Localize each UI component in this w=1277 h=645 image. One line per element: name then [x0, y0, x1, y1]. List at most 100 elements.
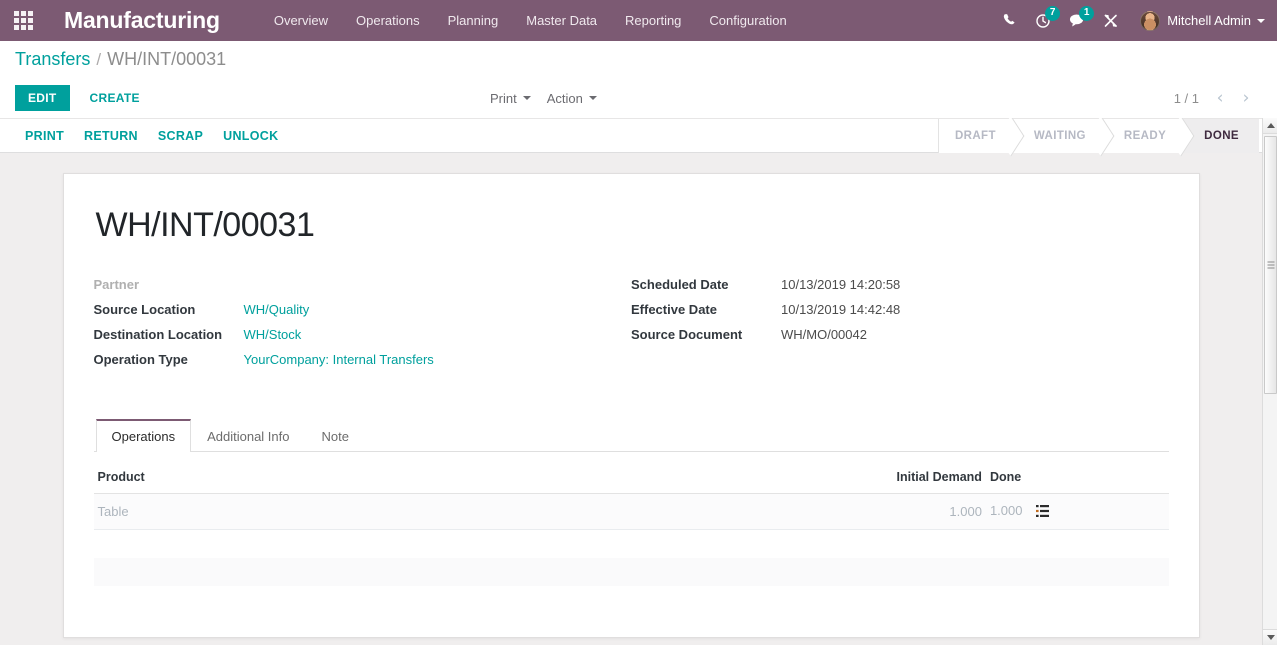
tab-operations[interactable]: Operations	[95, 419, 192, 452]
notebook-tabs: Operations Additional Info Note	[93, 419, 1169, 452]
control-panel-dropdowns: Print Action	[490, 91, 597, 106]
action-dropdown[interactable]: Action	[547, 91, 597, 106]
form-view-container: PRINT RETURN SCRAP UNLOCK DRAFT WAITING …	[0, 118, 1277, 645]
field-row-source-location: Source Location WH/Quality	[94, 302, 632, 327]
edit-button[interactable]: EDIT	[15, 85, 70, 111]
chevron-down-icon	[588, 96, 597, 100]
menu-item-overview[interactable]: Overview	[260, 0, 342, 41]
print-dropdown-label: Print	[490, 90, 517, 106]
tab-additional-info[interactable]: Additional Info	[191, 419, 305, 452]
avatar	[1140, 10, 1161, 31]
messages-chat-icon[interactable]: 1	[1060, 0, 1095, 41]
field-label-effective-date: Effective Date	[631, 302, 717, 317]
status-pipeline: DRAFT WAITING READY DONE	[937, 119, 1259, 153]
menu-item-master-data[interactable]: Master Data	[512, 0, 611, 41]
field-label-source-document: Source Document	[631, 327, 743, 342]
field-label-source-location: Source Location	[93, 302, 196, 317]
return-action-button[interactable]: RETURN	[74, 124, 148, 148]
column-header-product: Product	[93, 462, 784, 494]
messages-count-badge: 1	[1079, 6, 1095, 21]
pager-count-label: 1 / 1	[1173, 90, 1199, 106]
create-button[interactable]: CREATE	[78, 85, 152, 111]
field-row-source-document: Source Document WH/MO/00042	[631, 327, 1169, 352]
table-spacer-row	[93, 529, 1169, 558]
cell-done: 1.000	[985, 493, 1169, 530]
status-stage-waiting[interactable]: WAITING	[1011, 119, 1102, 153]
field-label-scheduled-date: Scheduled Date	[631, 277, 729, 292]
user-name-label: Mitchell Admin	[1167, 13, 1251, 28]
operations-table-header: Product Initial Demand Done	[93, 462, 1169, 494]
record-sheet: WH/INT/00031 Partner Source Location WH/…	[62, 173, 1200, 638]
breadcrumb-separator: /	[96, 49, 102, 69]
chevron-down-icon	[522, 96, 531, 100]
field-value-effective-date: 10/13/2019 14:42:48	[781, 302, 901, 317]
status-stage-draft[interactable]: DRAFT	[938, 119, 1012, 153]
field-label-operation-type: Operation Type	[93, 352, 188, 367]
cell-initial-demand: 1.000	[783, 493, 986, 530]
cell-done-value: 1.000	[989, 503, 1023, 518]
odoo-application-window: Manufacturing Overview Operations Planni…	[0, 0, 1277, 645]
debug-tools-icon[interactable]	[1094, 0, 1128, 41]
field-group-left: Partner Source Location WH/Quality Desti…	[94, 277, 632, 377]
navbar-systray: 7 1 Mitchell Admin	[992, 0, 1277, 41]
top-navbar: Manufacturing Overview Operations Planni…	[0, 0, 1277, 41]
table-header-row: Product Initial Demand Done	[93, 462, 1169, 494]
tab-note[interactable]: Note	[306, 419, 365, 452]
table-add-line-row[interactable]	[93, 557, 1169, 586]
action-dropdown-label: Action	[546, 90, 583, 106]
menu-item-operations[interactable]: Operations	[342, 0, 434, 41]
scroll-down-arrow-icon[interactable]	[1263, 629, 1277, 645]
operations-table: Product Initial Demand Done Table 1.000 …	[93, 462, 1169, 586]
unlock-action-button[interactable]: UNLOCK	[213, 124, 288, 148]
column-header-done: Done	[985, 462, 1169, 494]
menu-item-reporting[interactable]: Reporting	[611, 0, 695, 41]
field-value-source-location[interactable]: WH/Quality	[244, 302, 310, 317]
scroll-up-arrow-icon[interactable]	[1263, 118, 1277, 134]
breadcrumb: Transfers / WH/INT/00031	[0, 41, 1277, 78]
user-menu-toggle[interactable]: Mitchell Admin	[1140, 0, 1265, 41]
page-title: WH/INT/00031	[95, 206, 315, 244]
pager-next-button[interactable]: ›	[1235, 87, 1257, 109]
field-value-source-document: WH/MO/00042	[781, 327, 867, 342]
table-row[interactable]: Table 1.000 1.000	[93, 493, 1169, 530]
menu-item-planning[interactable]: Planning	[434, 0, 513, 41]
phone-icon[interactable]	[992, 0, 1026, 41]
field-groups: Partner Source Location WH/Quality Desti…	[94, 277, 1169, 377]
scrollbar-thumb[interactable]	[1264, 136, 1277, 394]
chevron-down-icon	[1257, 18, 1265, 23]
app-brand-title[interactable]: Manufacturing	[64, 7, 220, 34]
list-detail-icon[interactable]	[1036, 505, 1050, 520]
record-pager: 1 / 1 ‹ ›	[1174, 87, 1257, 109]
activity-count-badge: 7	[1045, 6, 1061, 21]
field-group-right: Scheduled Date 10/13/2019 14:20:58 Effec…	[631, 277, 1169, 377]
print-dropdown[interactable]: Print	[490, 91, 531, 106]
field-row-scheduled-date: Scheduled Date 10/13/2019 14:20:58	[631, 277, 1169, 302]
form-scroll-area: WH/INT/00031 Partner Source Location WH/…	[0, 153, 1262, 645]
operations-table-body: Table 1.000 1.000	[93, 493, 1169, 586]
scrollbar-grip-icon	[1267, 261, 1274, 269]
menu-item-configuration[interactable]: Configuration	[695, 0, 800, 41]
activity-clock-icon[interactable]: 7	[1026, 0, 1061, 41]
field-row-operation-type: Operation Type YourCompany: Internal Tra…	[94, 352, 632, 377]
field-row-partner: Partner	[94, 277, 632, 302]
control-panel: EDIT CREATE Print Action 1 / 1 ‹ ›	[0, 78, 1277, 118]
breadcrumb-current-record: WH/INT/00031	[107, 49, 227, 69]
field-value-scheduled-date: 10/13/2019 14:20:58	[781, 277, 901, 292]
cell-product: Table	[93, 493, 784, 530]
field-value-operation-type[interactable]: YourCompany: Internal Transfers	[244, 352, 434, 367]
field-label-destination-location: Destination Location	[93, 327, 223, 342]
breadcrumb-root-transfers[interactable]: Transfers	[15, 49, 90, 70]
apps-menu-toggle[interactable]	[0, 0, 46, 41]
pager-previous-button[interactable]: ‹	[1209, 87, 1231, 109]
field-value-destination-location[interactable]: WH/Stock	[244, 327, 302, 342]
vertical-scrollbar[interactable]	[1262, 118, 1277, 645]
field-row-effective-date: Effective Date 10/13/2019 14:42:48	[631, 302, 1169, 327]
column-header-initial-demand: Initial Demand	[783, 462, 986, 494]
apps-grid-icon	[13, 11, 33, 30]
field-label-partner: Partner	[93, 277, 140, 292]
form-statusbar-row: PRINT RETURN SCRAP UNLOCK DRAFT WAITING …	[0, 118, 1277, 153]
scrap-action-button[interactable]: SCRAP	[148, 124, 213, 148]
main-menu: Overview Operations Planning Master Data…	[260, 0, 801, 41]
field-row-destination-location: Destination Location WH/Stock	[94, 327, 632, 352]
print-action-button[interactable]: PRINT	[15, 124, 74, 148]
